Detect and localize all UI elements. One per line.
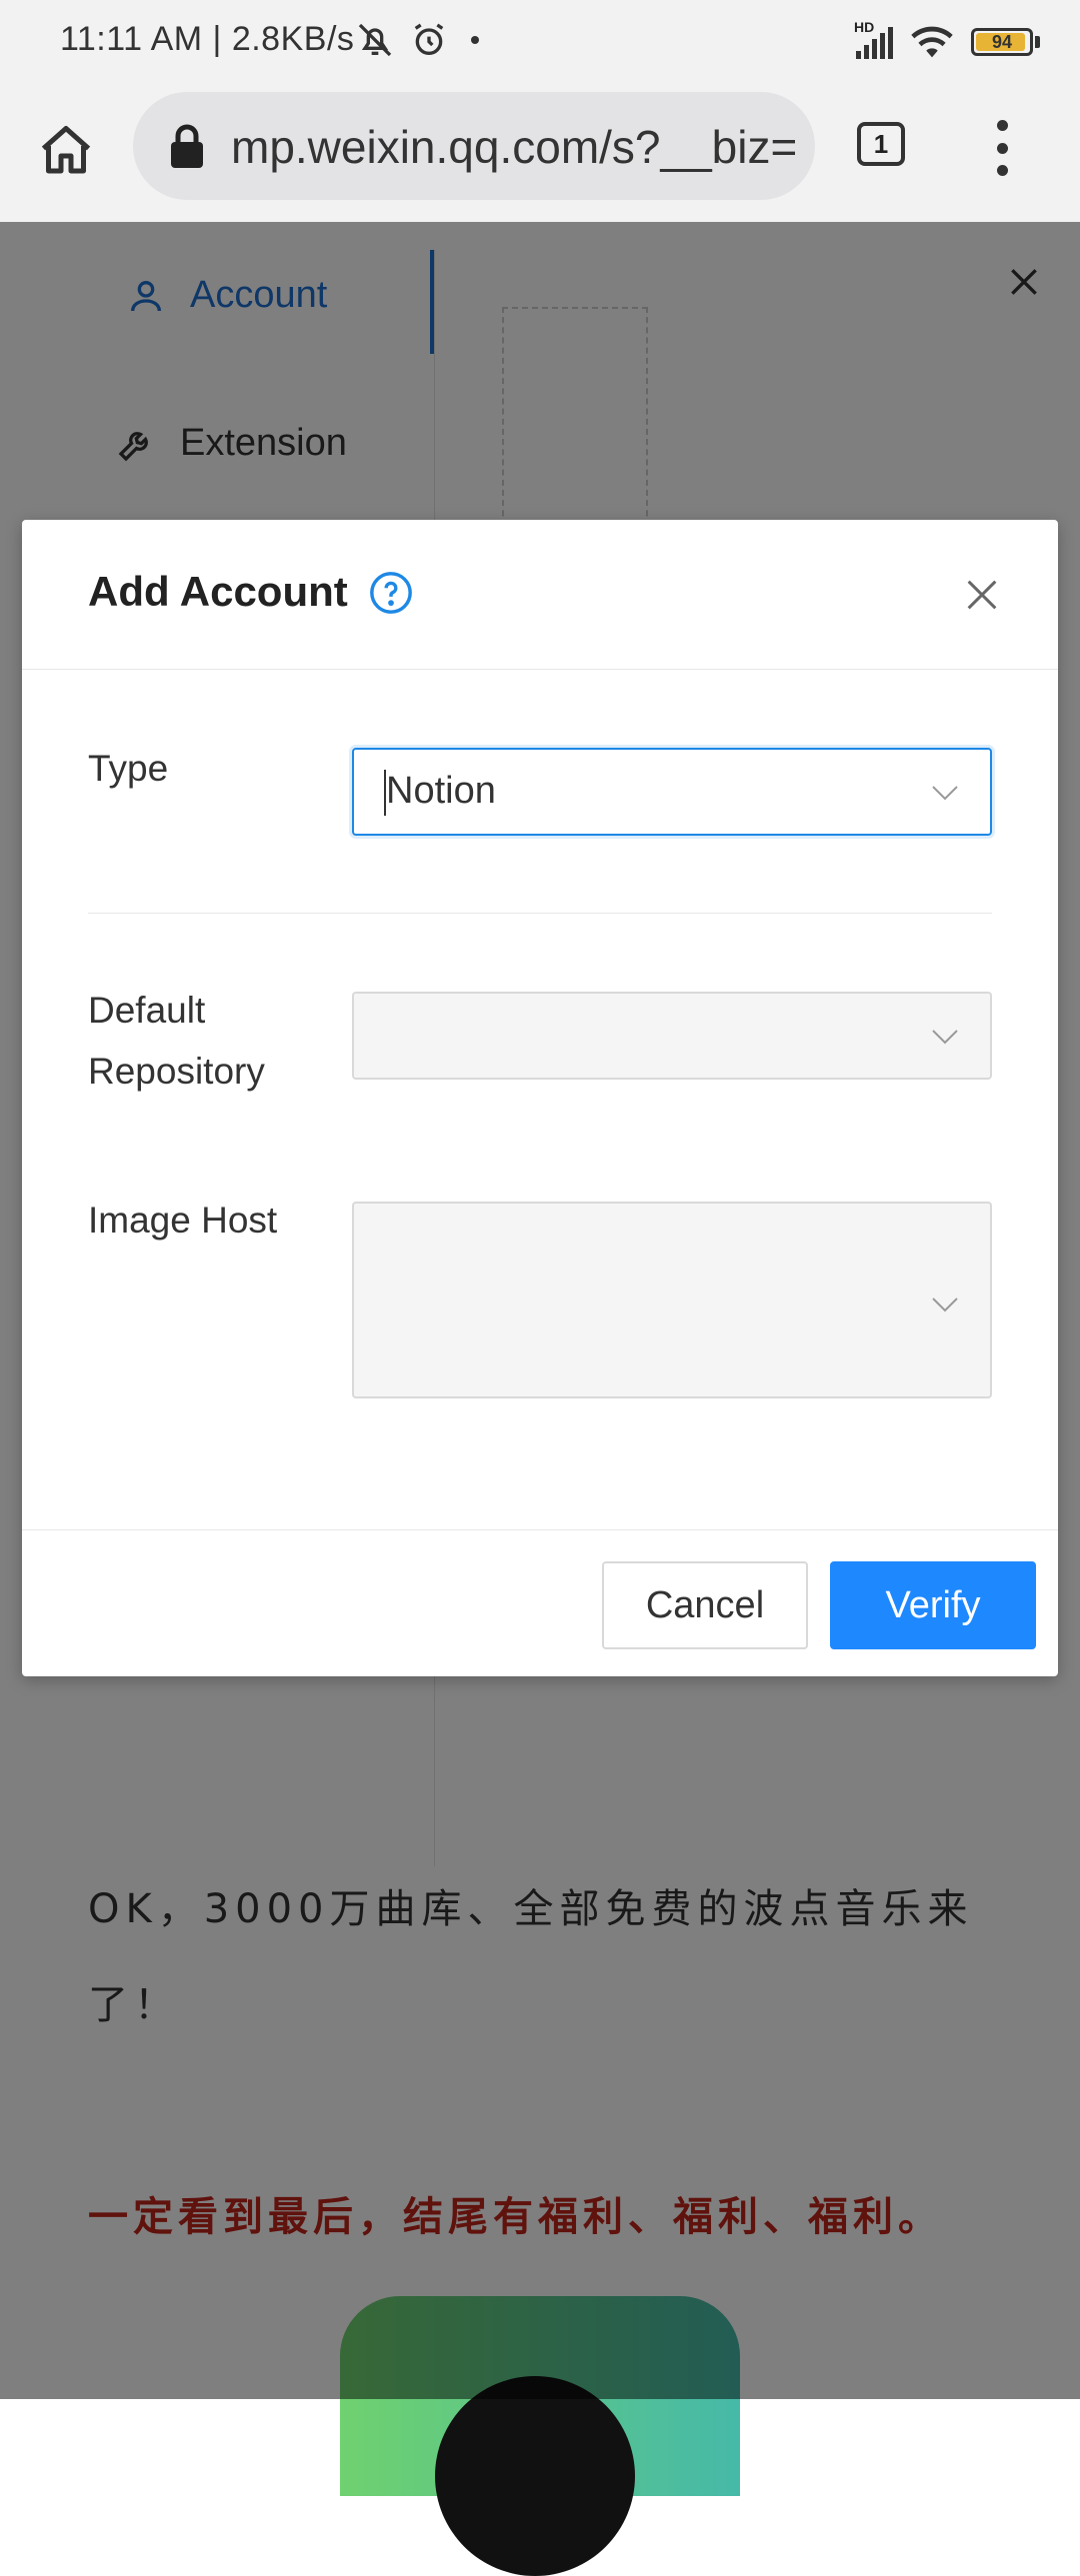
- menu-dot: [996, 120, 1008, 131]
- address-bar[interactable]: mp.weixin.qq.com/s?__biz=: [133, 92, 815, 200]
- lock-icon: [171, 124, 203, 168]
- battery-level: 94: [991, 32, 1013, 52]
- chevron-down-icon: [932, 1030, 958, 1045]
- more-menu-button[interactable]: [982, 120, 1022, 176]
- verify-button[interactable]: Verify: [830, 1561, 1036, 1649]
- home-button[interactable]: [30, 115, 102, 187]
- signal-icon: HD: [854, 19, 893, 59]
- hd-label: HD: [854, 19, 875, 35]
- image-host-select[interactable]: [352, 1202, 992, 1398]
- type-label: Type: [88, 748, 169, 789]
- help-icon[interactable]: [368, 570, 414, 616]
- status-system-icons: HD 94: [854, 19, 1040, 64]
- dialog-footer-divider: [22, 1529, 1058, 1530]
- battery-icon: 94: [971, 28, 1040, 56]
- image-host-label: Image Host: [88, 1200, 278, 1241]
- status-time: 11:11 AM | 2.8KB/s: [60, 20, 355, 58]
- type-select[interactable]: Notion: [352, 748, 992, 836]
- cancel-button[interactable]: Cancel: [602, 1561, 808, 1649]
- bell-off-icon: [358, 23, 392, 57]
- browser-toolbar: mp.weixin.qq.com/s?__biz= 1: [0, 80, 1080, 222]
- close-icon[interactable]: [962, 575, 1002, 615]
- alarm-icon: [414, 23, 444, 56]
- default-repository-select[interactable]: [352, 992, 992, 1080]
- dialog-header: Add Account: [22, 520, 1058, 670]
- home-icon: [41, 126, 91, 174]
- dot-icon: [471, 36, 479, 44]
- type-select-value: Notion: [386, 770, 496, 812]
- wifi-icon: [911, 26, 953, 58]
- chevron-down-icon: [932, 786, 958, 801]
- chevron-down-icon: [932, 1297, 958, 1312]
- url-text: mp.weixin.qq.com/s?__biz=: [231, 121, 795, 173]
- form-divider: [88, 913, 992, 914]
- dialog-title: Add Account: [88, 568, 348, 615]
- menu-dot: [996, 165, 1008, 176]
- tab-switcher-button[interactable]: 1: [857, 122, 905, 166]
- add-account-dialog: Add Account Type Notion Default Reposito…: [22, 520, 1058, 1676]
- status-notification-icons: [355, 18, 479, 62]
- menu-dot: [996, 142, 1008, 154]
- default-repository-label: Default Repository: [88, 990, 265, 1092]
- status-bar: 11:11 AM | 2.8KB/s HD 94: [0, 0, 1080, 80]
